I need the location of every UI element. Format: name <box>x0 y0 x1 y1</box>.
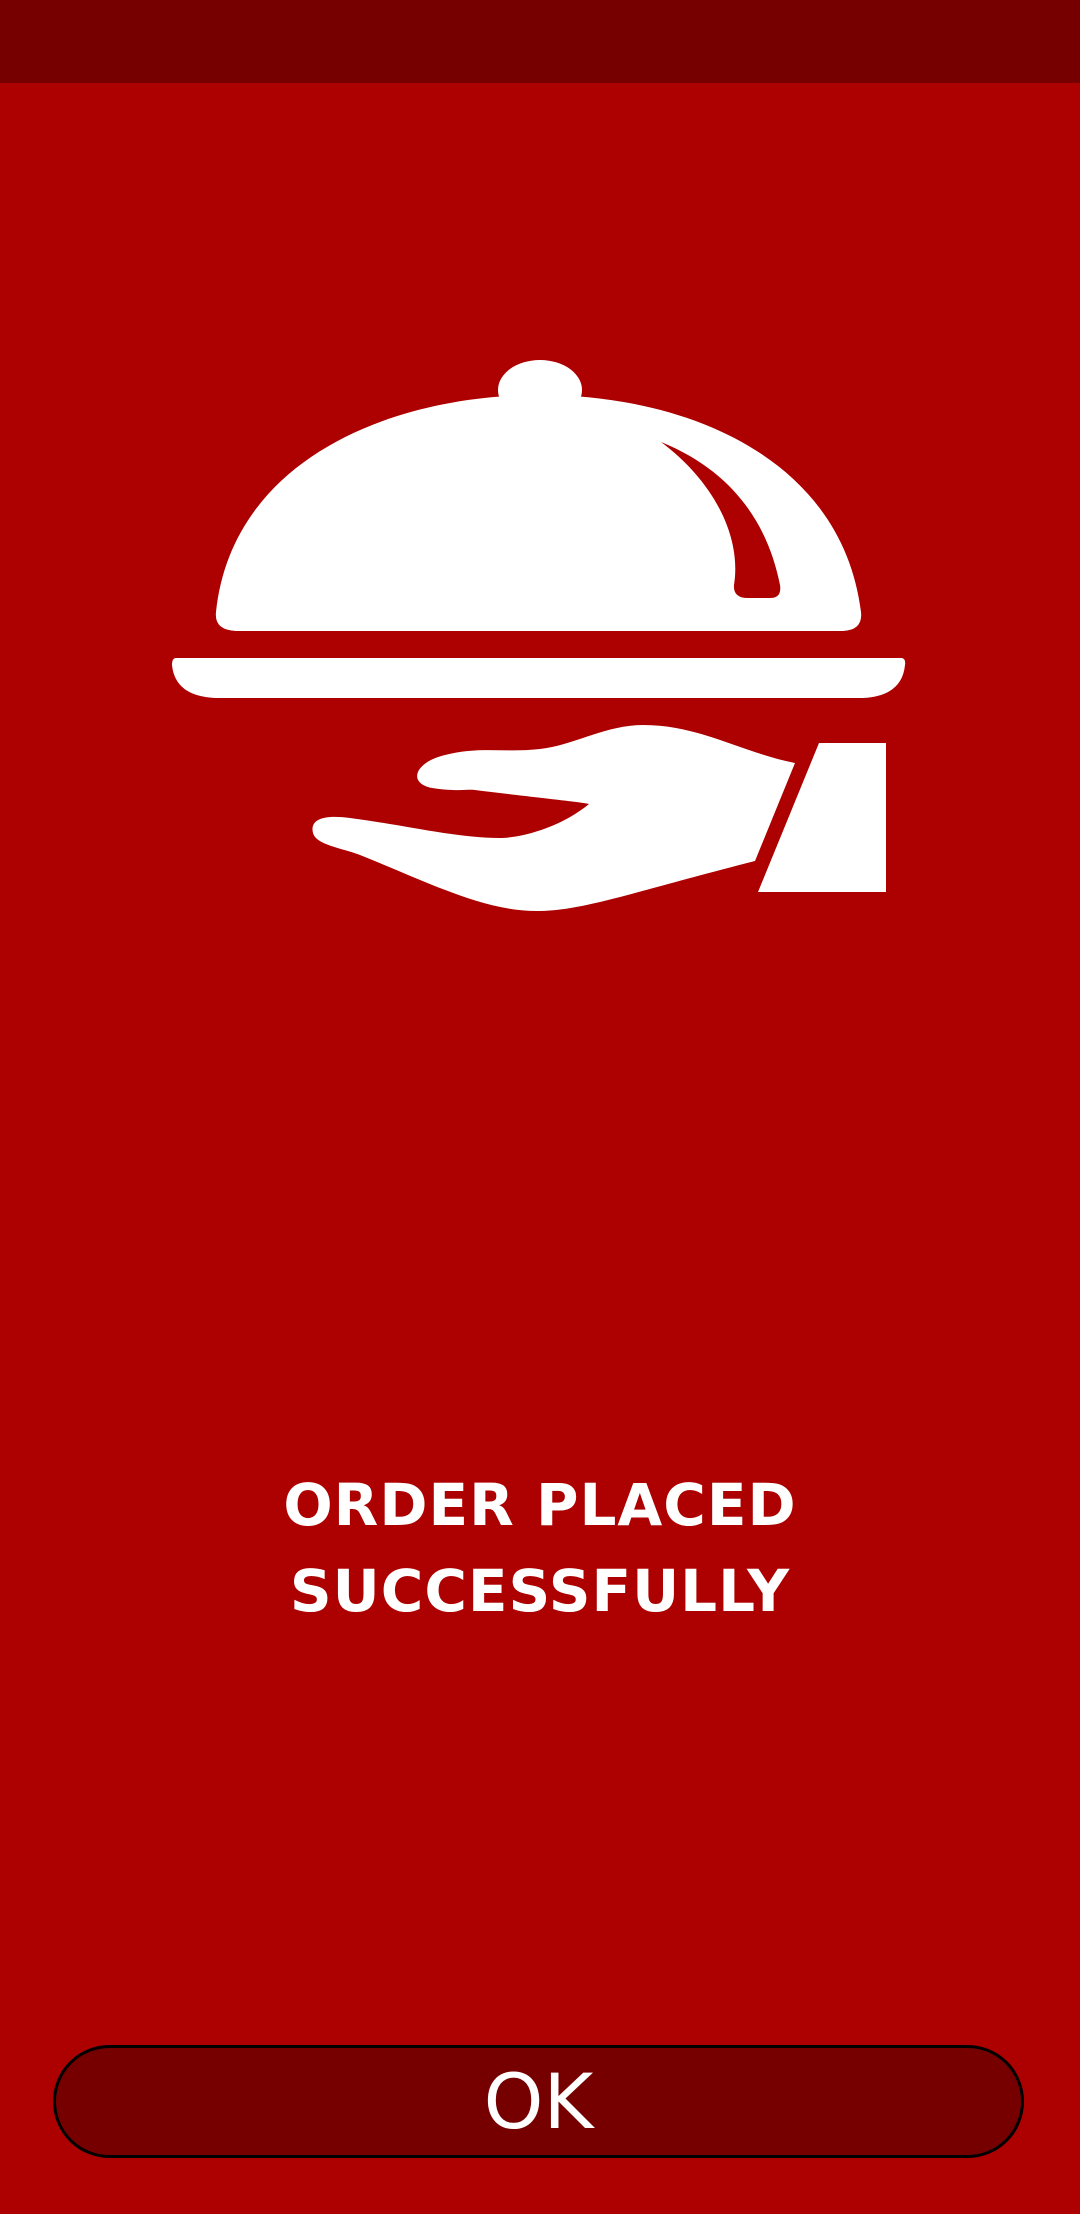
serving-cloche-on-hand-icon <box>172 360 906 912</box>
ok-button[interactable]: OK <box>53 2045 1024 2158</box>
message-line-1: ORDER PLACED <box>283 1471 797 1539</box>
message-line-2: SUCCESSFULLY <box>289 1557 791 1625</box>
order-placed-message: ORDER PLACED SUCCESSFULLY <box>0 1462 1080 1634</box>
